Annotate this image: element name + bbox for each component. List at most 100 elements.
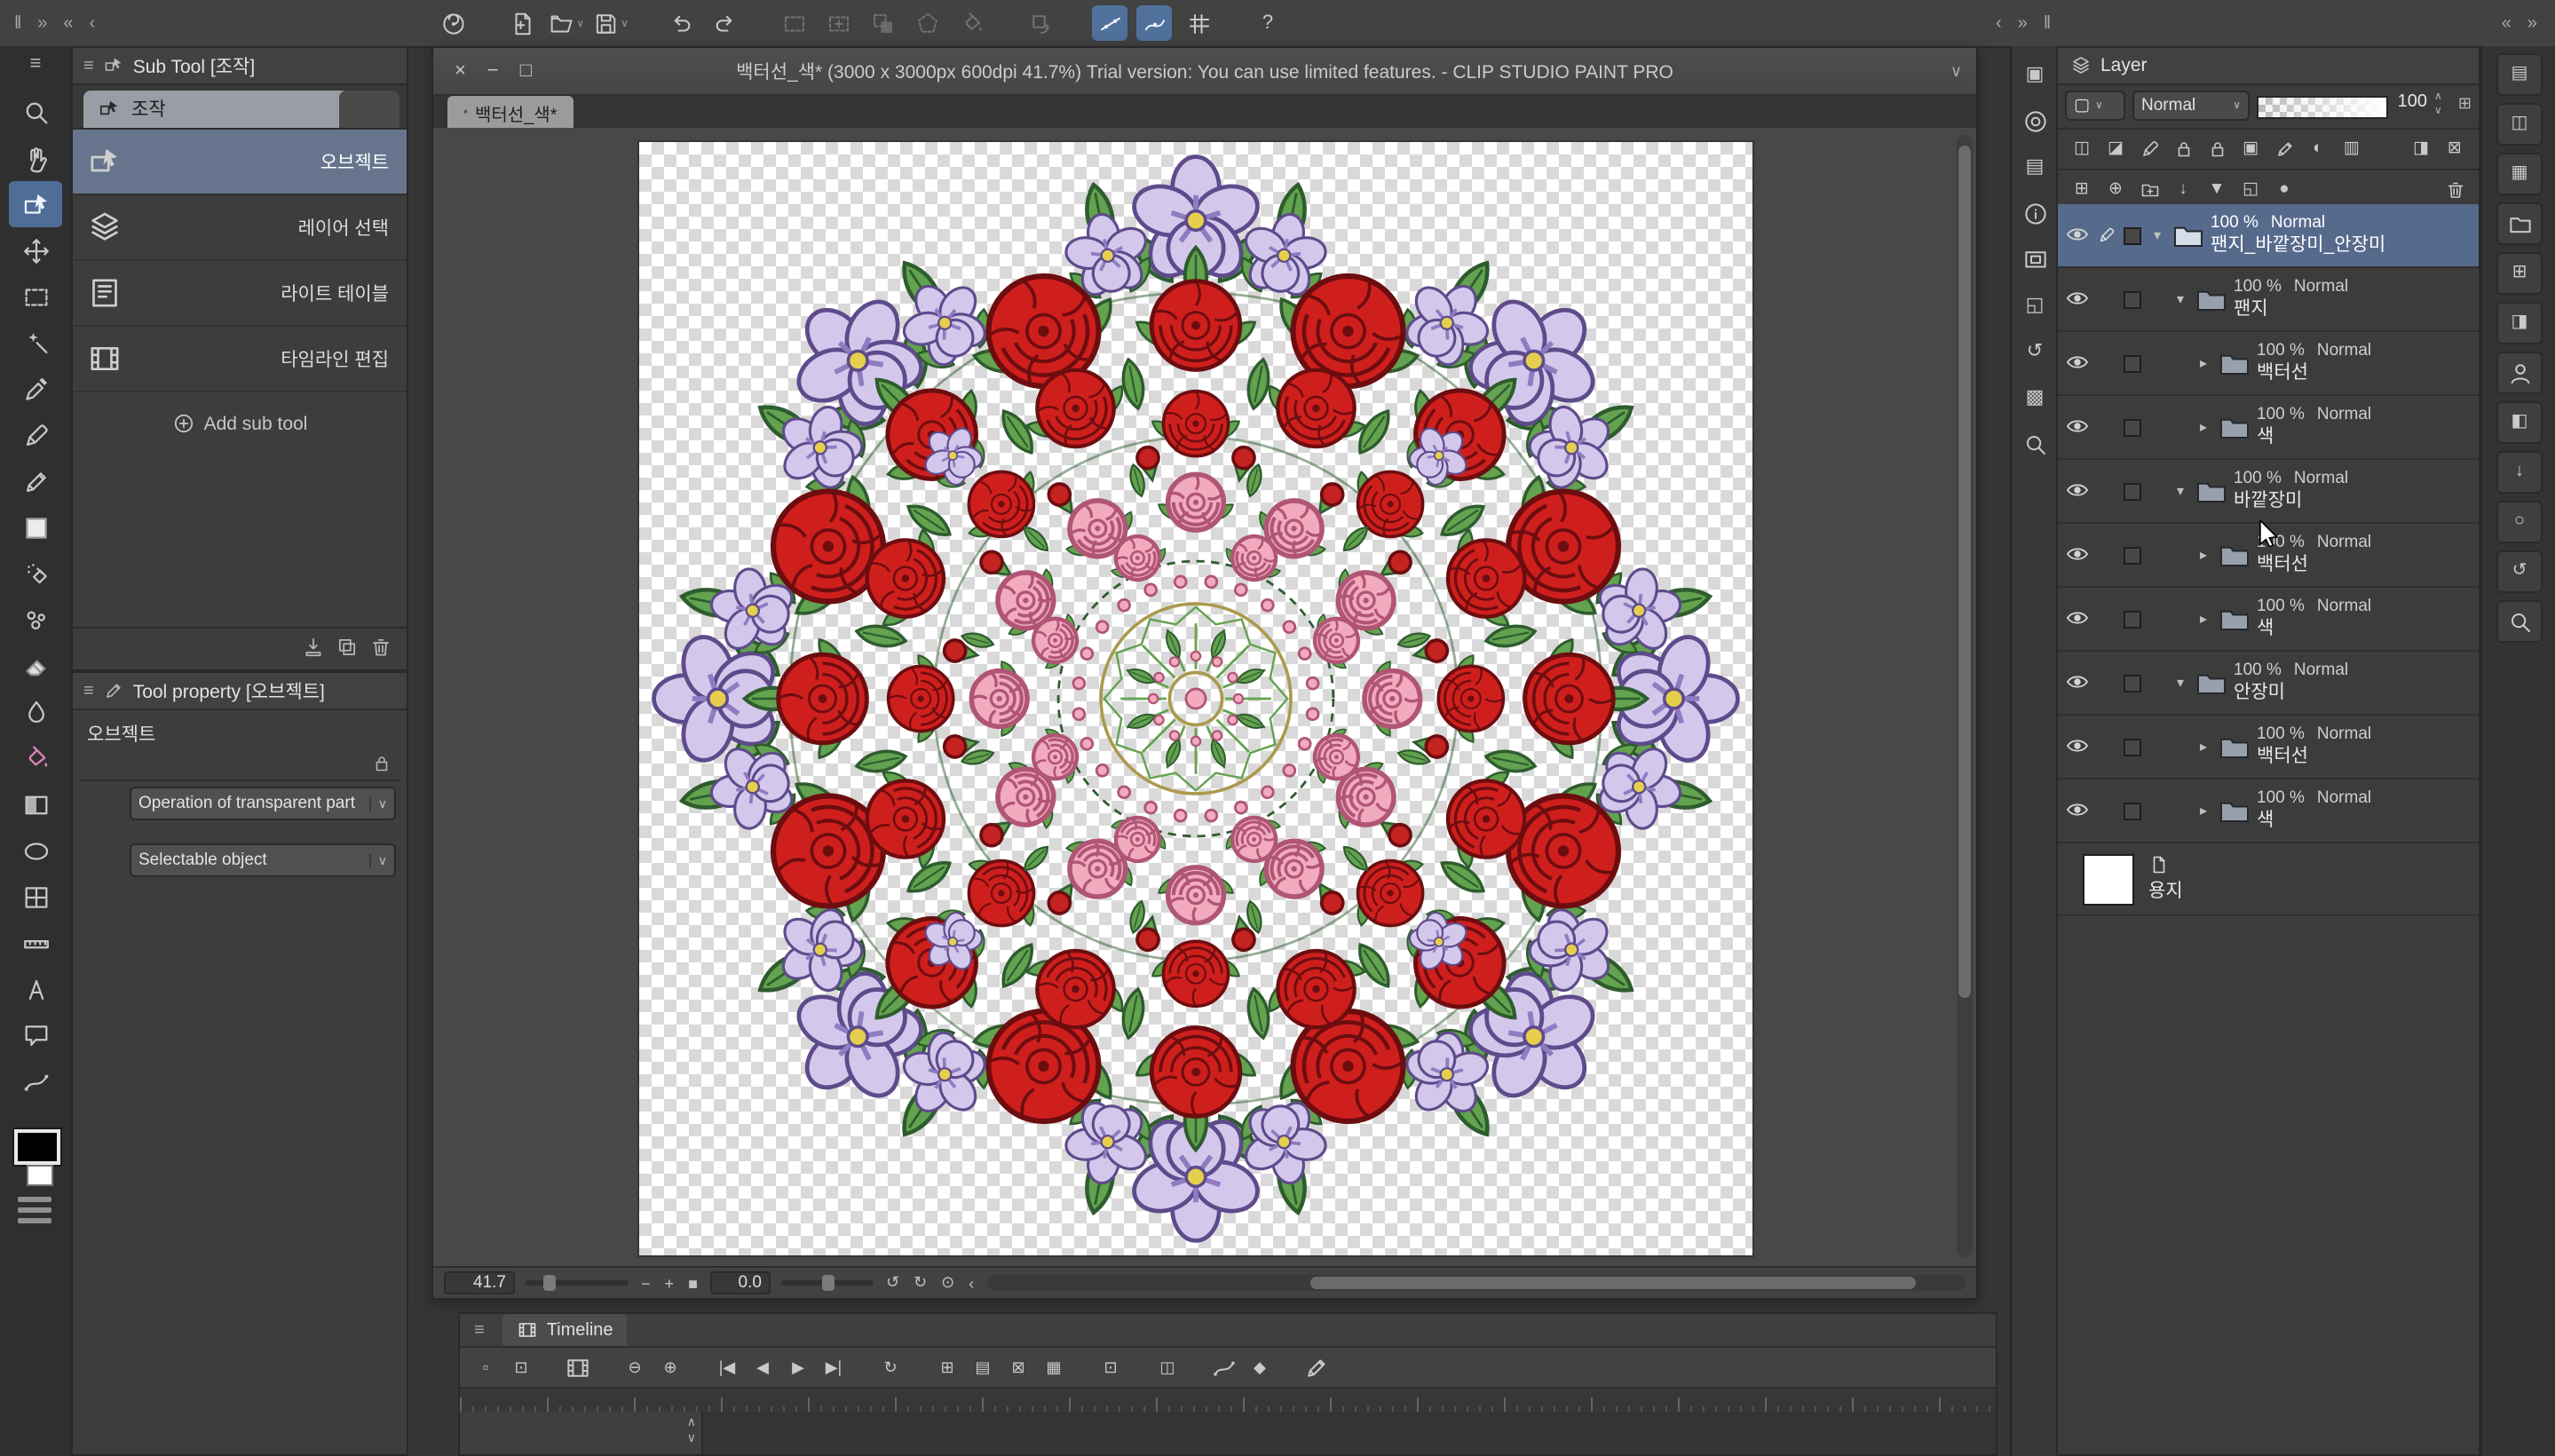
snap-to-ruler-button[interactable] [1092,5,1127,41]
visibility-eye-icon[interactable] [2065,669,2093,697]
sub-tool-item[interactable]: 오브젝트 [73,130,407,195]
color-wheel-palette-icon[interactable] [2017,103,2053,138]
onion-skin-button[interactable]: ◫ [1152,1352,1183,1382]
zoom-slider-knob[interactable] [543,1275,556,1291]
figure-tool[interactable] [9,827,62,874]
panel-menu-icon[interactable]: ≡ [471,1320,488,1340]
go-to-start-button[interactable]: |◀ [712,1352,742,1382]
panel-toggle-icon[interactable]: » [34,13,51,33]
expand-chevron-icon[interactable]: ▸ [2195,803,2212,819]
rotation-slider-knob[interactable] [822,1275,835,1291]
transfer-to-lower-button[interactable]: ↓ [2168,175,2198,205]
brush-tool[interactable] [9,504,62,550]
delete-layer-button[interactable] [2440,175,2470,205]
zoom-out-button[interactable]: ⊖ [620,1352,650,1382]
zoom-in-button[interactable]: + [663,1274,676,1292]
selection-tool[interactable] [9,273,62,320]
zoom-slider[interactable] [526,1280,629,1286]
expand-chevron-icon[interactable]: ▾ [2171,483,2189,499]
panel-menu-icon[interactable]: ≡ [83,681,94,700]
visibility-eye-icon[interactable] [2065,605,2093,633]
fit-to-screen-button[interactable]: ■ [686,1274,700,1292]
move-layer-tool[interactable] [9,227,62,273]
canvas-viewport[interactable] [433,128,1976,1270]
add-sub-tool-button[interactable]: Add sub tool [73,412,407,435]
opacity-value[interactable]: 100 [2388,92,2427,112]
color-type-buttons[interactable] [18,1197,51,1229]
quick-access-shortcut[interactable]: ▤ [2496,53,2543,96]
panel-toggle-icon[interactable]: ‖ [11,13,25,33]
visibility-eye-icon[interactable] [2065,541,2093,569]
next-frame-button[interactable]: ▶| [819,1352,849,1382]
reset-view-button[interactable]: ⊙ [939,1273,956,1293]
material-color-shortcut[interactable]: ◫ [2496,103,2543,146]
ruler-tool[interactable] [9,920,62,966]
palette-color-icon[interactable]: ◫ [2067,134,2097,164]
panel-toggle-icon[interactable]: ‖ [2040,13,2054,33]
canvas-artboard[interactable] [639,142,1752,1255]
layer-row[interactable]: ▾100 %Normal팬지_바깥장미_안장미 [2058,204,2479,268]
play-button[interactable]: ▶ [783,1352,813,1382]
pen-tool[interactable] [9,412,62,458]
auto-select-tool[interactable] [9,320,62,366]
opacity-stepper[interactable]: ∧∨ [2434,91,2442,119]
material-image-shortcut[interactable]: ⊞ [2496,252,2543,295]
clip-at-layer-icon[interactable]: ◪ [2100,134,2131,164]
visibility-eye-icon[interactable] [2065,413,2093,441]
divider-icon[interactable]: ▥ [2337,134,2367,164]
layer-row[interactable]: ▾100 %Normal바깥장미 [2058,460,2479,524]
edit-cel-pencil-button[interactable] [1301,1352,1332,1382]
enable-keyframe-button[interactable] [1209,1352,1239,1382]
gradient-tool[interactable] [9,781,62,827]
thumbnail-size-button[interactable]: ▫ [471,1352,501,1382]
balloon-tool[interactable] [9,1012,62,1058]
spinner-down-icon[interactable]: ∨ [687,1431,696,1447]
merge-to-lower-button[interactable]: ▼ [2202,175,2232,205]
airbrush-tool[interactable] [9,550,62,597]
lock-transparent-icon[interactable] [2202,134,2232,164]
material-manga-shortcut[interactable] [2496,202,2543,245]
color-set-palette-icon[interactable]: ▤ [2017,149,2053,185]
fill-selection-button[interactable] [953,5,989,41]
new-document-button[interactable] [504,5,540,41]
panel-toggle-icon[interactable]: ‹ [86,13,99,33]
zoom-in-button[interactable]: ⊕ [655,1352,685,1382]
sub-tool-item[interactable]: 타임라인 편집 [73,327,407,392]
navigator-palette-icon[interactable] [2017,241,2053,277]
paper-thumbnail[interactable] [2083,853,2134,905]
previous-frame-button[interactable]: ◀ [748,1352,778,1382]
layer-checkbox[interactable] [2124,482,2141,500]
horizontal-scrollbar-thumb[interactable] [1309,1277,1917,1289]
layer-row[interactable]: ▾100 %Normal팬지 [2058,268,2479,332]
window-minimize-button[interactable]: − [487,60,499,82]
vertical-scrollbar[interactable] [1957,135,1973,1257]
opacity-slider[interactable] [2257,96,2388,119]
scale-rotate-button[interactable] [1023,5,1058,41]
panel-toggle-icon[interactable]: « [59,13,76,33]
two-pane-icon[interactable]: ◨ [2406,134,2436,164]
expand-chevron-icon[interactable]: ▾ [2171,291,2189,307]
blend-mode-combo[interactable]: Normal ∨ [2132,91,2250,121]
line-correction-tool[interactable] [9,1058,62,1104]
layer-row[interactable]: ▾100 %Normal안장미 [2058,652,2479,716]
quick-access-palette-icon[interactable]: ▣ [2017,57,2053,92]
panel-toggle-icon[interactable]: « [2498,13,2515,33]
material-download-shortcut[interactable]: ↓ [2496,451,2543,494]
panel-toggle-icon[interactable]: » [2014,13,2031,33]
expand-chevron-icon[interactable]: ▸ [2195,739,2212,755]
batch-edit-button[interactable]: ▦ [1039,1352,1069,1382]
create-mask-button[interactable]: ◱ [2235,175,2266,205]
search-palette-icon[interactable] [2017,426,2053,462]
delete-cel-button[interactable]: ⊠ [1003,1352,1033,1382]
apply-mask-button[interactable]: ● [2269,175,2299,205]
expand-chevron-icon[interactable]: ▸ [2195,419,2212,435]
pencil-tool[interactable] [9,458,62,504]
undo-button[interactable] [662,5,698,41]
layer-type-combo[interactable]: ▢ ∨ [2065,91,2125,121]
visibility-eye-icon[interactable] [2065,732,2093,761]
decoration-tool[interactable] [9,597,62,643]
window-close-button[interactable]: × [455,60,466,82]
panel-toggle-icon[interactable]: ‹ [1992,13,2005,33]
zoom-out-button[interactable]: − [639,1274,653,1292]
help-button[interactable]: ? [1250,5,1285,41]
